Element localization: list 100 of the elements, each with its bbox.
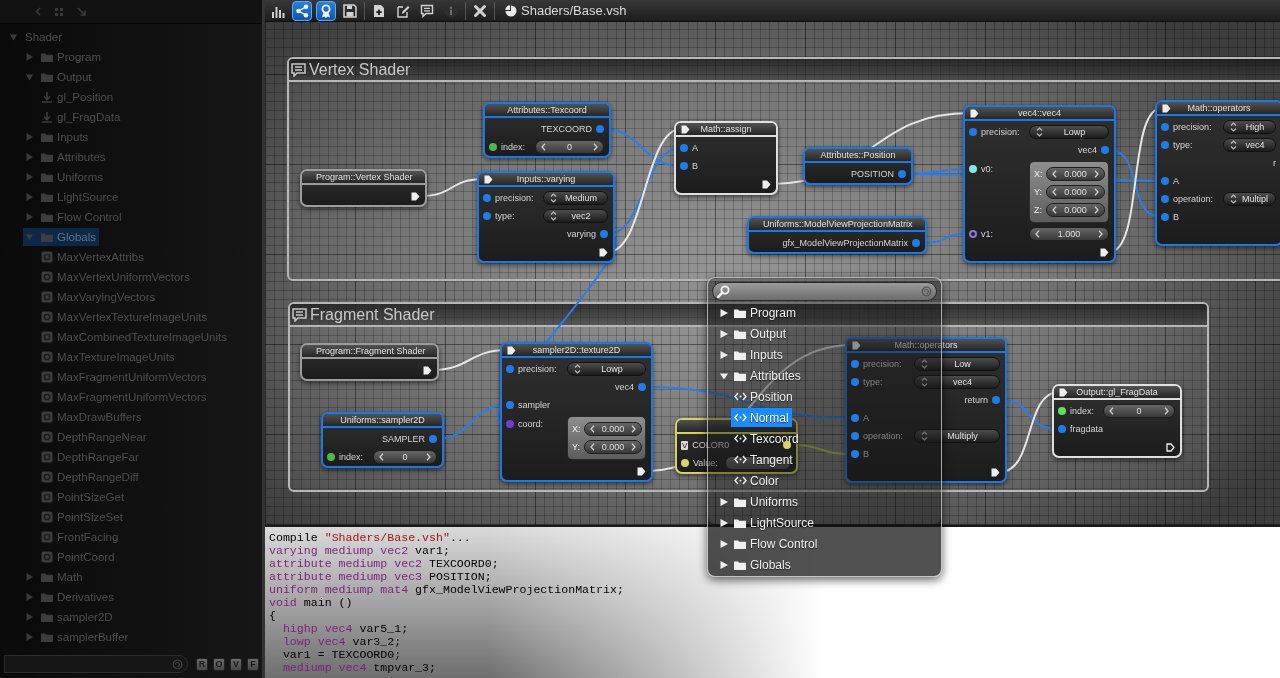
port-icon[interactable] — [1058, 407, 1066, 415]
dropdown[interactable]: vec4 — [1223, 138, 1276, 152]
node[interactable]: sampler2D::texture2D precision: Lowp vec4 sampler coord: X: 0.000 Y: 0.000 — [500, 342, 653, 482]
share-button[interactable] — [292, 0, 312, 21]
code-line: attribute mediump vec3 POSITION; — [269, 570, 492, 583]
node[interactable]: Attributes::Position POSITION — [803, 147, 913, 185]
spinner-field[interactable]: 0.000 — [584, 422, 642, 436]
triangle-right-icon[interactable] — [720, 518, 728, 527]
spinner-field[interactable]: 0 — [1103, 404, 1175, 418]
comment-icon — [292, 307, 307, 322]
exec-in-icon[interactable] — [507, 345, 516, 355]
spinner-field[interactable]: 0.000 — [584, 440, 642, 454]
node[interactable]: Program::Vertex Shader — [300, 169, 427, 207]
node[interactable]: Attributes::Texcoord TEXCOORD index: 0 — [483, 102, 611, 158]
port-icon[interactable] — [969, 165, 977, 173]
node[interactable]: vec4::vec4 precision: Lowp vec4 v0: X: 0.000 Y: 0.000 Z: 0.000 v1: 1.000 — [963, 105, 1116, 263]
triangle-down-icon[interactable] — [720, 371, 728, 380]
node[interactable]: Output::gl_FragData index: 0 fragdata — [1052, 384, 1182, 458]
dropdown[interactable]: Multiply — [914, 429, 1000, 443]
menu-item[interactable]: Attributes — [717, 366, 804, 385]
node[interactable]: Uniforms::sampler2D SAMPLER index: 0 — [321, 412, 444, 468]
close-button[interactable] — [473, 3, 487, 18]
triangle-right-icon[interactable] — [720, 350, 728, 359]
menu-item[interactable]: LightSource — [717, 513, 818, 532]
search-field[interactable] — [712, 282, 937, 301]
exec-out-icon[interactable] — [991, 467, 1000, 477]
exec-in-icon[interactable] — [970, 108, 979, 118]
code-icon — [734, 392, 747, 401]
chevron-right-icon — [593, 143, 598, 151]
exec-in-icon[interactable] — [1162, 103, 1171, 113]
exec-out-icon[interactable] — [423, 365, 432, 375]
port-icon[interactable] — [969, 230, 977, 238]
port-icon[interactable] — [783, 441, 791, 449]
exec-out-icon[interactable] — [637, 466, 646, 476]
pencil-icon — [396, 3, 410, 18]
code-line: varying mediump vec2 var1; — [269, 544, 450, 557]
exec-in-icon[interactable] — [852, 340, 861, 350]
search-icon — [717, 285, 730, 298]
menu-item[interactable]: Program — [717, 303, 799, 322]
value-field[interactable] — [725, 456, 791, 470]
triangle-right-icon[interactable] — [720, 539, 728, 548]
menu-item[interactable]: Color — [731, 471, 782, 490]
updown-caret-icon — [550, 193, 557, 203]
dropdown[interactable]: Lowp — [567, 362, 646, 376]
type-tag: V — [681, 440, 689, 450]
dropdown[interactable]: High — [1223, 120, 1276, 134]
port-label: sampler — [518, 400, 550, 410]
menu-item[interactable]: Globals — [717, 555, 794, 574]
port-icon[interactable] — [327, 453, 335, 461]
search-field[interactable] — [4, 655, 188, 673]
dots-icon[interactable] — [55, 7, 63, 16]
exec-in-icon[interactable] — [1059, 387, 1068, 397]
menu-item[interactable]: Tangent — [731, 450, 796, 469]
share-icon — [295, 3, 309, 18]
node[interactable]: Math::assign A B — [674, 121, 778, 195]
dropdown[interactable]: Medium — [543, 191, 608, 205]
spinner-field[interactable]: 0.000 — [1046, 185, 1105, 199]
node[interactable]: Uniforms::ModelViewProjectionMatrix gfx_ModelViewProjectionMatrix — [747, 216, 927, 254]
spinner-field[interactable]: 1.000 — [1029, 227, 1109, 241]
dropdown[interactable]: vec2 — [543, 209, 608, 223]
menu-item[interactable]: Inputs — [717, 345, 786, 364]
triangle-right-icon[interactable] — [720, 308, 728, 317]
folder-icon — [41, 632, 53, 642]
triangle-right-icon[interactable] — [720, 329, 728, 338]
save-button[interactable] — [343, 3, 357, 18]
folder-icon — [41, 192, 53, 202]
node[interactable]: Inputs::varying precision: Medium type: vec2 varying — [477, 171, 615, 263]
dropdown[interactable]: Multipl — [1223, 192, 1276, 206]
spinner-field[interactable]: 0 — [535, 140, 604, 154]
triangle-right-icon[interactable] — [720, 560, 728, 569]
node[interactable]: Program::Fragment Shader — [300, 343, 439, 381]
menu-item[interactable]: Uniforms — [717, 492, 801, 511]
exec-out-icon[interactable] — [599, 247, 608, 257]
menu-item[interactable]: Flow Control — [717, 534, 821, 553]
menu-item[interactable]: Output — [717, 324, 790, 343]
exec-out-icon[interactable] — [1166, 442, 1175, 452]
tile-icon — [41, 531, 53, 543]
exec-out-icon[interactable] — [1100, 247, 1109, 257]
port-icon[interactable] — [489, 143, 497, 151]
spinner-field[interactable]: 0.000 — [1046, 203, 1105, 217]
node-title: vec4::vec4 — [1018, 107, 1061, 119]
clear-icon[interactable] — [921, 286, 932, 297]
dropdown[interactable]: Low — [914, 357, 1000, 371]
exec-in-icon[interactable] — [681, 124, 690, 134]
dropdown[interactable]: vec4 — [914, 375, 1000, 389]
spinner-field[interactable]: 0.000 — [1046, 167, 1105, 181]
port-icon[interactable] — [681, 459, 689, 467]
dropdown[interactable]: Lowp — [1029, 125, 1109, 139]
menu-item[interactable]: Position — [731, 387, 796, 406]
new-file-button[interactable] — [372, 3, 386, 18]
exec-out-icon[interactable] — [411, 191, 420, 201]
triangle-right-icon[interactable] — [720, 497, 728, 506]
node[interactable]: Math::operators precision: High type: vec4 r A operation: Multipl B — [1155, 100, 1280, 246]
award-button[interactable] — [316, 0, 336, 21]
exec-in-icon[interactable] — [484, 174, 493, 184]
exec-out-icon[interactable] — [762, 179, 771, 189]
comment-button[interactable] — [420, 3, 434, 18]
spinner-field[interactable]: 0 — [373, 450, 437, 464]
menu-item[interactable]: Normal — [731, 408, 792, 427]
edit-button[interactable] — [396, 3, 410, 18]
